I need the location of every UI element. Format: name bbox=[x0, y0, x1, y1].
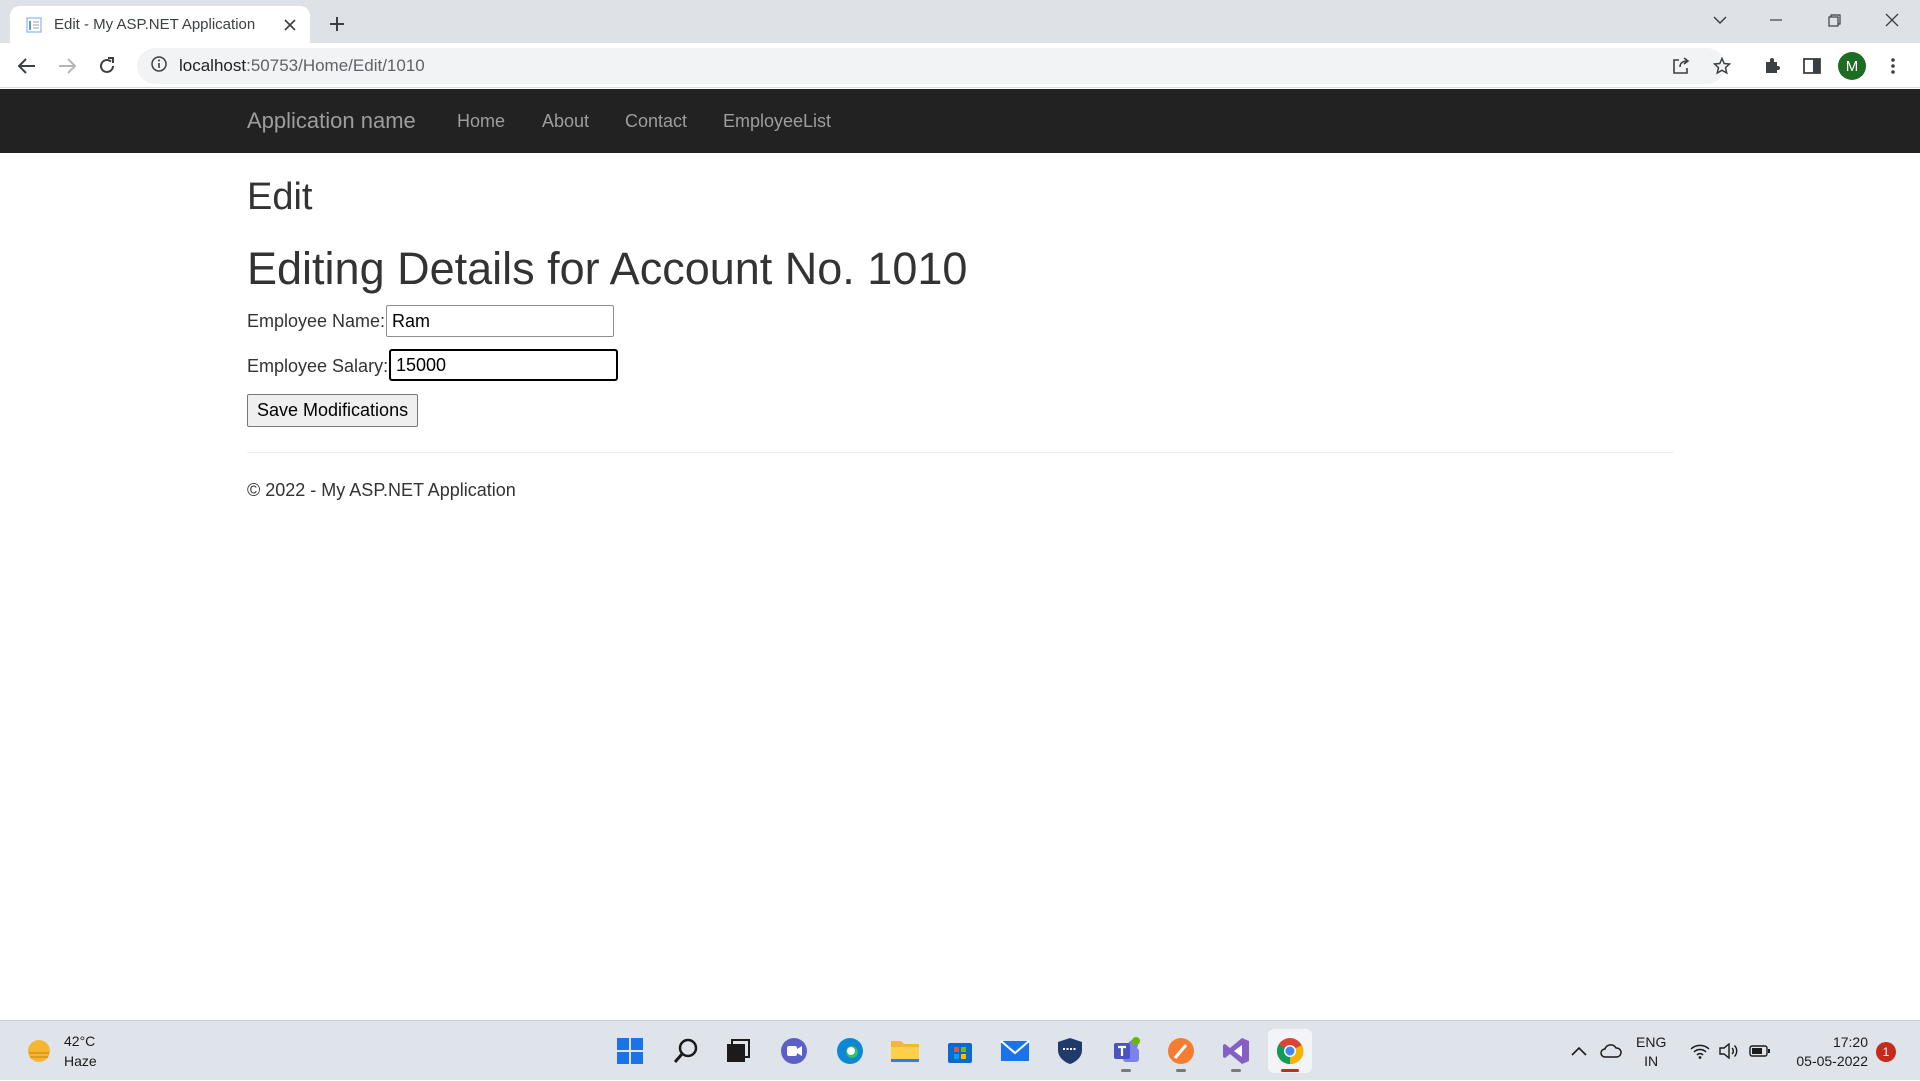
paint-app-icon[interactable] bbox=[1159, 1029, 1203, 1073]
site-info-icon[interactable] bbox=[151, 55, 167, 77]
onedrive-cloud-icon[interactable] bbox=[1598, 1021, 1624, 1081]
browser-tab[interactable]: Edit - My ASP.NET Application bbox=[10, 6, 310, 43]
running-indicator bbox=[1121, 1069, 1131, 1072]
language-code: ENG bbox=[1636, 1034, 1667, 1050]
chrome-browser-icon[interactable] bbox=[1268, 1029, 1312, 1073]
new-tab-button[interactable] bbox=[322, 9, 352, 39]
running-indicator bbox=[1281, 1069, 1299, 1072]
task-view-icon[interactable] bbox=[716, 1029, 760, 1073]
nav-link-contact[interactable]: Contact bbox=[625, 111, 687, 132]
employee-salary-input[interactable] bbox=[389, 349, 618, 381]
url-text: localhost:50753/Home/Edit/1010 bbox=[179, 56, 425, 76]
extensions-puzzle-icon[interactable] bbox=[1755, 49, 1789, 83]
site-brand-link[interactable]: Application name bbox=[247, 108, 416, 134]
browser-menu-icon[interactable] bbox=[1876, 49, 1910, 83]
chat-app-icon[interactable] bbox=[772, 1029, 816, 1073]
input-language-indicator[interactable]: ENG IN bbox=[1636, 1033, 1666, 1071]
volume-speaker-icon[interactable] bbox=[1717, 1021, 1741, 1081]
clock-time: 17:20 bbox=[1832, 1034, 1868, 1050]
mail-icon[interactable] bbox=[993, 1029, 1037, 1073]
site-navbar: Application name Home About Contact Empl… bbox=[0, 89, 1920, 153]
tab-title: Edit - My ASP.NET Application bbox=[54, 16, 256, 33]
side-panel-icon[interactable] bbox=[1795, 49, 1829, 83]
visual-studio-icon[interactable] bbox=[1214, 1029, 1258, 1073]
reload-icon[interactable] bbox=[90, 49, 124, 83]
page-title: Edit bbox=[247, 176, 313, 218]
back-arrow-icon[interactable] bbox=[10, 49, 44, 83]
nav-link-home[interactable]: Home bbox=[457, 111, 505, 132]
clock-date: 05-05-2022 bbox=[1796, 1053, 1868, 1069]
footer-copyright: © 2022 - My ASP.NET Application bbox=[247, 480, 516, 500]
bookmark-star-icon[interactable] bbox=[1705, 49, 1739, 83]
save-modifications-button[interactable]: Save Modifications bbox=[247, 394, 419, 427]
weather-widget[interactable]: 42°C Haze bbox=[26, 1031, 97, 1071]
tab-close-icon[interactable] bbox=[280, 15, 300, 35]
page-favicon-icon bbox=[24, 15, 44, 35]
nav-link-about[interactable]: About bbox=[542, 111, 589, 132]
edge-browser-icon[interactable] bbox=[828, 1029, 872, 1073]
wifi-icon[interactable] bbox=[1688, 1021, 1712, 1081]
footer-divider bbox=[247, 452, 1674, 453]
nav-link-employee-list[interactable]: EmployeeList bbox=[723, 111, 831, 132]
search-icon[interactable] bbox=[664, 1029, 708, 1073]
account-heading: Editing Details for Account No. 1010 bbox=[247, 243, 968, 294]
browser-toolbar: localhost:50753/Home/Edit/1010 bbox=[0, 43, 1920, 88]
weather-description: Haze bbox=[64, 1053, 97, 1069]
haze-sun-icon bbox=[28, 1040, 50, 1062]
security-shield-icon[interactable] bbox=[1048, 1029, 1092, 1073]
url-path: :50753/Home/Edit/1010 bbox=[246, 56, 425, 75]
employee-salary-label: Employee Salary: bbox=[247, 356, 389, 376]
running-indicator bbox=[1231, 1069, 1241, 1072]
notification-count-badge[interactable]: 1 bbox=[1876, 1042, 1896, 1062]
minimize-window-icon[interactable] bbox=[1748, 0, 1804, 40]
tab-search-chevron-icon[interactable] bbox=[1692, 0, 1748, 40]
weather-temperature: 42°C bbox=[64, 1033, 96, 1049]
show-hidden-icons-chevron-icon[interactable] bbox=[1568, 1021, 1590, 1081]
profile-avatar[interactable]: M bbox=[1838, 52, 1866, 80]
teams-icon[interactable] bbox=[1104, 1029, 1148, 1073]
employee-name-label: Employee Name: bbox=[247, 311, 386, 331]
address-bar[interactable]: localhost:50753/Home/Edit/1010 bbox=[137, 48, 1725, 84]
microsoft-store-icon[interactable] bbox=[938, 1029, 982, 1073]
region-code: IN bbox=[1644, 1053, 1659, 1069]
system-clock[interactable]: 17:20 05-05-2022 bbox=[1786, 1033, 1868, 1071]
file-explorer-icon[interactable] bbox=[883, 1029, 927, 1073]
restore-window-icon[interactable] bbox=[1806, 0, 1862, 40]
battery-icon[interactable] bbox=[1747, 1021, 1773, 1081]
close-window-icon[interactable] bbox=[1864, 0, 1920, 40]
browser-tab-strip: Edit - My ASP.NET Application bbox=[0, 0, 1920, 43]
running-indicator bbox=[1176, 1069, 1186, 1072]
forward-arrow-icon[interactable] bbox=[50, 49, 84, 83]
url-host: localhost bbox=[179, 56, 247, 75]
start-button-icon[interactable] bbox=[608, 1029, 652, 1073]
windows-taskbar: 42°C Haze ENG IN 17:20 05-05-2022 1 bbox=[0, 1020, 1920, 1080]
employee-name-input[interactable] bbox=[386, 305, 614, 337]
share-icon[interactable] bbox=[1664, 49, 1698, 83]
